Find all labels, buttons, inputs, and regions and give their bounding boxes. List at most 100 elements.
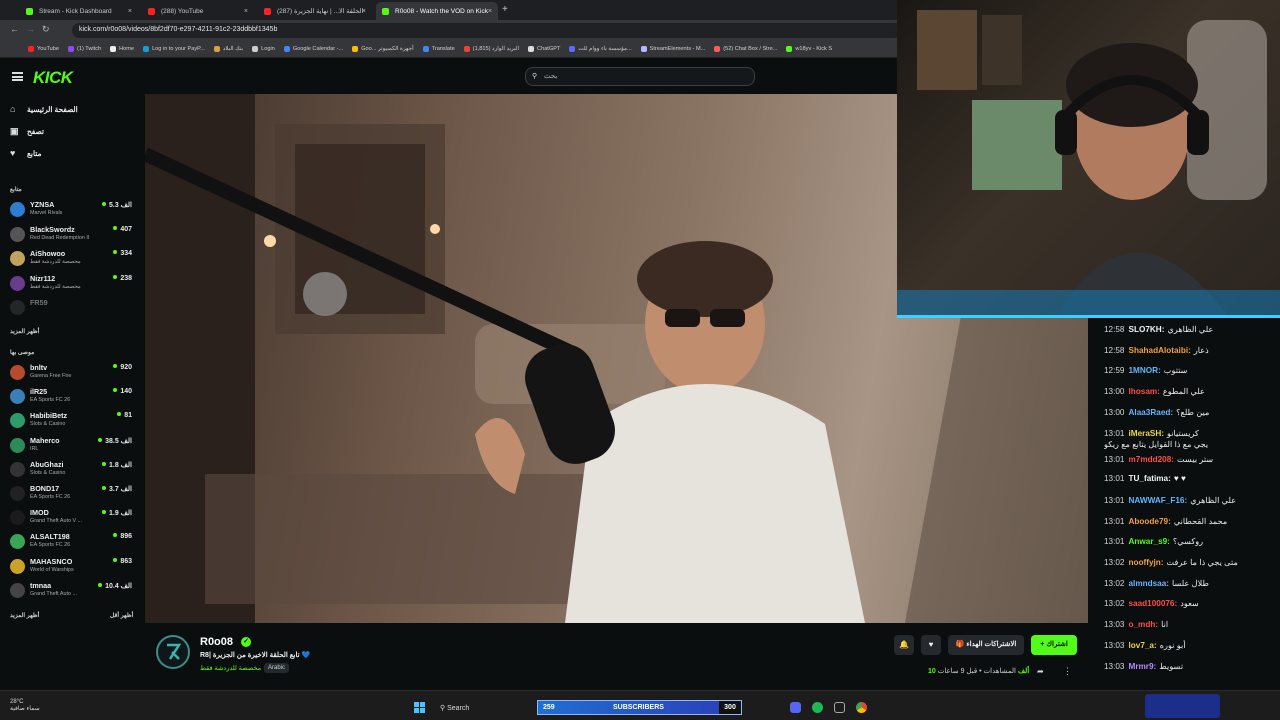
bookmark-item[interactable]: مؤسسة باء ووام للت... <box>569 46 632 52</box>
sidebar-nav-item[interactable]: ▣ تصفح <box>10 127 44 137</box>
browser-tab[interactable]: (288) YouTube × <box>142 2 254 20</box>
spotify-icon[interactable] <box>812 702 823 713</box>
viewer-value: الف 5.3 <box>108 202 132 209</box>
search-input[interactable]: بحث <box>525 67 755 86</box>
chat-username[interactable]: NAWWAF_F16: <box>1129 496 1188 505</box>
show-more-following[interactable]: أظهر المزيد <box>10 328 39 335</box>
channel-name[interactable]: R0o08 <box>200 636 233 648</box>
language-tag[interactable]: Arabic <box>264 663 290 673</box>
reload-icon[interactable]: ↻ <box>42 24 50 35</box>
sidebar-channel[interactable]: Nizr112 مخصصة للدردشة فقط 238 <box>10 273 132 295</box>
bookmark-item[interactable]: البريد الوارد (1,815) <box>463 46 519 52</box>
live-dot-icon <box>117 412 122 417</box>
chat-username[interactable]: Anwar_s9: <box>1129 537 1170 546</box>
more-options-icon[interactable]: ⋮ <box>1063 666 1072 677</box>
bookmark-item[interactable]: Google Calendar -... <box>283 46 343 52</box>
bookmark-item[interactable]: ChatGPT <box>528 46 560 52</box>
app-icon[interactable] <box>834 702 845 713</box>
follow-heart-button[interactable]: ♥ <box>921 635 941 655</box>
live-dot-icon <box>113 388 118 393</box>
chat-message: 13:03 lov7_a: أبو نوره <box>1104 640 1274 650</box>
viewer-value: الف 38.5 <box>105 437 132 445</box>
browser-tab[interactable]: Stream - Kick Dashboard × <box>20 2 138 20</box>
url-input[interactable]: kick.com/r0o08/videos/8bf2df70-e297-4211… <box>72 23 902 38</box>
bookmark-label: مؤسسة باء ووام للت... <box>578 46 632 52</box>
tab-close-icon[interactable]: × <box>244 8 248 15</box>
chat-text: انا <box>1161 620 1169 630</box>
bookmark-item[interactable]: StreamElements - M... <box>640 46 705 52</box>
sidebar-channel[interactable]: tmnaa Grand Theft Auto ... الف 10.4 <box>10 580 132 602</box>
chat-username[interactable]: lhosam: <box>1129 387 1160 396</box>
bookmark-item[interactable]: Home <box>110 46 134 52</box>
notification-button[interactable]: 🔔 <box>894 635 914 655</box>
chat-username[interactable]: SLO7KH: <box>1129 325 1165 334</box>
sidebar-channel[interactable]: bnltv Garena Free Fire 920 <box>10 362 132 384</box>
sidebar-channel[interactable]: Maherco IRL الف 38.5 <box>10 435 132 457</box>
chat-username[interactable]: Aboode79: <box>1129 517 1171 526</box>
bookmark-item[interactable]: w18yv - Kick S <box>786 46 832 52</box>
chrome-icon[interactable] <box>856 702 867 713</box>
sidebar-channel[interactable]: HabibiBetz Slots & Casino 81 <box>10 410 132 432</box>
bookmark-item[interactable]: YouTube <box>28 46 59 52</box>
chat-username[interactable]: nooffyjn: <box>1129 558 1164 567</box>
weather-widget[interactable]: 28°C سماء صافية <box>10 699 40 713</box>
bookmark-icon <box>143 46 150 52</box>
bookmark-item[interactable]: Login <box>252 46 275 52</box>
sidebar-channel[interactable]: IMOD Grand Theft Auto V ... الف 1.9 <box>10 507 132 529</box>
sidebar-nav-item[interactable]: ⌂ الصفحة الرئيسية <box>10 105 78 115</box>
bookmark-item[interactable]: بنك البلاد <box>213 46 243 52</box>
taskbar-search[interactable]: ⚲ Search <box>434 700 514 715</box>
kick-logo[interactable]: KICK <box>33 68 73 88</box>
tab-close-icon[interactable]: × <box>362 8 366 15</box>
channel-name: ilR25 <box>30 387 48 397</box>
back-icon[interactable]: ← <box>10 24 19 34</box>
show-more-recommended[interactable]: أظهر المزيد <box>10 612 39 619</box>
gift-subs-button[interactable]: 🎁 الاشتراكات الهداء <box>948 635 1024 655</box>
bookmark-label: (52) Chat Box / Stre... <box>723 46 778 52</box>
sidebar-channel[interactable]: AbuGhazi Slots & Casino الف 1.8 <box>10 459 132 481</box>
channel-name: ALSALT198 <box>30 532 70 542</box>
viewer-value: 140 <box>120 388 132 396</box>
browser-tab[interactable]: R0o08 - Watch the VOD on Kick × <box>376 2 498 20</box>
menu-icon[interactable] <box>12 72 23 81</box>
bookmark-item[interactable]: (52) Chat Box / Stre... <box>714 46 777 52</box>
chat-username[interactable]: 1MNOR: <box>1129 366 1161 375</box>
chat-username[interactable]: Alaa3Raed: <box>1129 408 1174 417</box>
tab-close-icon[interactable]: × <box>488 8 492 15</box>
forward-icon[interactable]: → <box>26 24 35 34</box>
new-tab-button[interactable]: + <box>502 4 508 15</box>
bookmark-item[interactable]: (1) Twitch <box>67 46 101 52</box>
sidebar-channel[interactable]: MAHASNCO World of Warships 863 <box>10 556 132 578</box>
chat-username[interactable]: Mrmr9: <box>1129 662 1157 671</box>
sidebar-channel[interactable]: ilR25 EA Sports FC 26 140 <box>10 386 132 408</box>
sidebar-nav-item[interactable]: ♥ متابع <box>10 149 41 159</box>
tab-close-icon[interactable]: × <box>128 8 132 15</box>
windows-start-icon[interactable] <box>414 702 425 713</box>
channel-avatar <box>10 413 25 429</box>
sidebar-channel[interactable]: BOND17 EA Sports FC 26 الف 3.7 <box>10 483 132 505</box>
show-less-recommended[interactable]: أظهر أقل <box>110 612 133 619</box>
bookmark-item[interactable]: Goo... أجهزة الكمبيوتر <box>352 46 414 52</box>
chat-username[interactable]: iMeraSH: <box>1129 429 1165 438</box>
sidebar-channel[interactable]: YZNSA Marvel Rivals الف 5.3 <box>10 199 132 221</box>
chat-username[interactable]: ShahadAlotaibi: <box>1129 346 1191 355</box>
chat-username[interactable]: m7mdd208: <box>1129 455 1175 464</box>
sidebar-channel[interactable]: BlackSwordz Red Dead Redemption II 407 <box>10 224 132 246</box>
bookmark-item[interactable]: Translate <box>422 46 455 52</box>
channel-avatar[interactable] <box>156 635 190 669</box>
discord-icon[interactable] <box>790 702 801 713</box>
chat-username[interactable]: lov7_a: <box>1129 641 1157 650</box>
video-category[interactable]: مخصصة للدردشة فقط <box>200 664 261 672</box>
live-dot-icon <box>98 582 103 587</box>
sidebar-channel[interactable]: FR59 <box>10 297 132 319</box>
chat-username[interactable]: o_mdh: <box>1129 620 1159 629</box>
chat-username[interactable]: TU_fatima: <box>1129 474 1171 483</box>
chat-username[interactable]: saad100076: <box>1129 599 1178 608</box>
sidebar-channel[interactable]: ALSALT198 EA Sports FC 26 896 <box>10 531 132 553</box>
browser-tab[interactable]: (287) الحلقة الا... | نهاية الجزيرة × <box>258 2 372 20</box>
share-icon[interactable]: ➦ <box>1037 667 1044 676</box>
bookmark-item[interactable]: Log in to your PayP... <box>143 46 205 52</box>
chat-username[interactable]: almndsaa: <box>1129 579 1170 588</box>
sidebar-channel[interactable]: AiShowoo مخصصة للدردشة فقط 334 <box>10 248 132 270</box>
subscribe-button[interactable]: + اشتراك <box>1031 635 1077 655</box>
